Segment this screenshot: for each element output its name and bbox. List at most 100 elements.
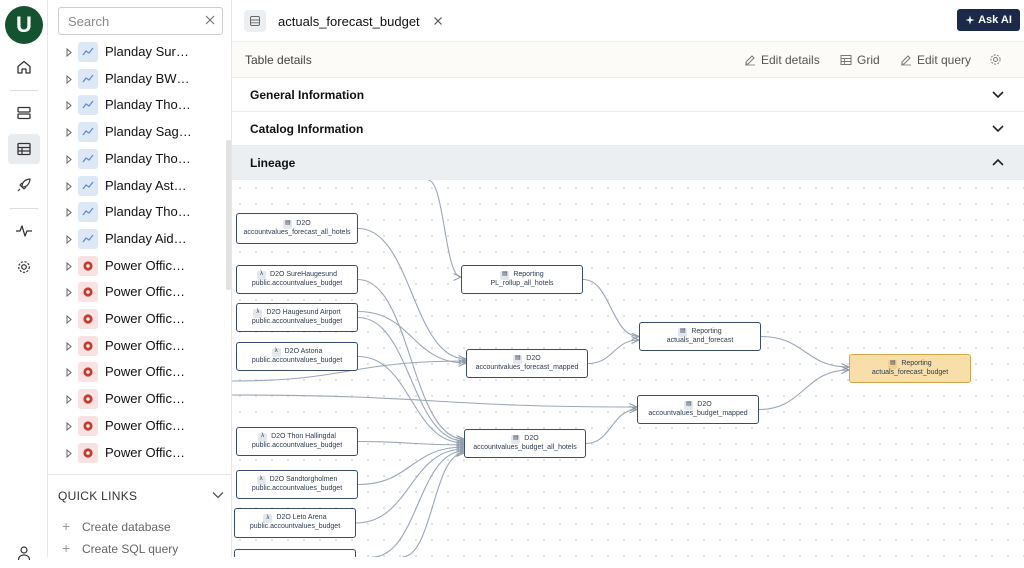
tree-item[interactable]: Planday Tho…	[48, 146, 226, 173]
create-database-link[interactable]: + Create database	[62, 518, 171, 534]
caret-right-icon[interactable]	[65, 48, 73, 57]
lineage-node[interactable]: λ D2O Haugesund Airport public.accountvalu…	[236, 303, 358, 332]
caret-right-icon[interactable]	[65, 421, 73, 431]
table-icon: ▤	[888, 359, 898, 369]
tree-item[interactable]: Planday Ast…	[48, 173, 226, 200]
lineage-edge	[371, 451, 464, 557]
close-icon[interactable]	[432, 15, 444, 27]
lineage-edge	[585, 410, 637, 445]
tree-item[interactable]: Planday Sag…	[48, 119, 226, 146]
caret-right-icon[interactable]	[65, 74, 73, 84]
lineage-node[interactable]: λ D2O Astoria public.accountvalues_budget	[236, 342, 358, 371]
planday-icon	[78, 175, 98, 196]
tree-item[interactable]: Planday BW…	[48, 66, 226, 93]
catalog-information-section[interactable]: Catalog Information	[232, 112, 1024, 146]
main-panel: actuals_forecast_budget Ask AI Table det…	[232, 0, 1024, 557]
general-information-section[interactable]: General Information	[232, 78, 1024, 112]
lineage-node[interactable]: ▤ Reporting PL_rollup_all_hotels	[461, 265, 583, 294]
app-logo[interactable]: U	[5, 6, 43, 44]
lineage-node[interactable]: λ D2O Sandtorgholmen public.accountvalues_…	[236, 470, 358, 499]
power-office-icon	[78, 335, 98, 356]
caret-right-icon[interactable]	[65, 181, 73, 191]
edit-details-button[interactable]: Edit details	[744, 53, 820, 67]
caret-right-icon[interactable]	[65, 368, 73, 378]
rocket-icon[interactable]	[8, 170, 40, 200]
tree-item[interactable]: Planday Tho…	[48, 92, 226, 119]
caret-right-icon[interactable]	[65, 208, 73, 218]
lineage-edge	[357, 355, 464, 444]
tree-item-label: Planday Tho…	[105, 204, 191, 220]
tree-item[interactable]: Planday Aid…	[48, 226, 226, 253]
home-icon[interactable]	[8, 52, 40, 82]
lineage-node[interactable]: λ D2O Thon Hallingdal public.accountvalues…	[236, 427, 358, 456]
table-icon	[244, 10, 266, 32]
tree-item[interactable]: Power Offic…	[48, 440, 226, 467]
caret-right-icon[interactable]	[65, 448, 73, 458]
caret-right-icon[interactable]	[65, 341, 73, 351]
settings-button[interactable]	[989, 53, 1002, 66]
tab-actuals-forecast-budget[interactable]: actuals_forecast_budget	[244, 6, 444, 36]
lineage-node-source: D2O Leto Arena	[276, 514, 327, 522]
lineage-section[interactable]: Lineage	[232, 146, 1024, 180]
tree-item[interactable]: Power Offic…	[48, 413, 226, 440]
caret-right-icon[interactable]	[65, 128, 73, 138]
tree-item[interactable]: Planday Sur…	[48, 40, 226, 66]
caret-right-icon[interactable]	[65, 315, 73, 324]
lineage-edge	[357, 227, 466, 360]
settings-icon	[990, 54, 1001, 65]
table-icon: ▤	[511, 434, 521, 444]
settings-icon[interactable]	[8, 252, 40, 282]
lineage-node[interactable]: ▤ D2O accountvalues_forecast_all_hotels	[236, 213, 358, 244]
tree-item[interactable]: Power Offic…	[48, 306, 226, 333]
caret-right-icon[interactable]	[65, 395, 73, 405]
tree-item-label: Power Offic…	[105, 417, 185, 433]
tree-item[interactable]: Power Offic…	[48, 279, 226, 306]
caret-right-icon[interactable]	[65, 288, 73, 298]
lineage-node-table: PL_rollup_all_hotels	[490, 279, 554, 287]
edit-query-button[interactable]: Edit query	[900, 53, 971, 67]
chevron-down-icon[interactable]	[212, 491, 224, 499]
tree-item[interactable]: Power Offic…	[48, 359, 226, 386]
planday-icon	[78, 68, 98, 89]
tree-item-label: Planday Aid…	[105, 230, 187, 246]
caret-right-icon[interactable]	[65, 154, 73, 164]
quick-links: QUICK LINKS + Create database + Create SQL…	[48, 474, 231, 557]
lineage-edge	[758, 370, 849, 411]
lineage-graph[interactable]: ▤ D2O accountvalues_forecast_all_hotels λ D2…	[232, 180, 1024, 557]
activity-icon[interactable]	[8, 216, 40, 246]
create-sql-query-link[interactable]: + Create SQL query	[62, 540, 178, 556]
database-icon[interactable]	[8, 98, 40, 128]
caret-right-icon[interactable]	[65, 234, 73, 244]
planday-icon	[78, 122, 98, 143]
tree-item-label: Power Offic…	[105, 257, 185, 273]
tree-item[interactable]: Power Offic…	[48, 333, 226, 360]
lineage-node[interactable]: ▤ D2O accountvalues_budget_mapped	[637, 395, 759, 424]
lineage-node[interactable]: λ D2O SureHaugesund public.accountvalues_b…	[236, 265, 358, 294]
lineage-node[interactable]: ▤ Reporting actuals_forecast_budget	[849, 354, 971, 383]
grid-button[interactable]: Grid	[840, 53, 880, 67]
user-icon[interactable]	[8, 538, 40, 568]
lineage-node[interactable]: ▤ D2O accountvalues_budget_all_hotels	[464, 429, 586, 458]
lineage-node[interactable]	[234, 549, 356, 557]
tree-item-label: Power Offic…	[105, 284, 185, 300]
tree-item-label: Power Offic…	[105, 337, 185, 353]
tree-item[interactable]: Power Offic…	[48, 386, 226, 413]
table-icon[interactable]	[8, 134, 40, 164]
lineage-node[interactable]: λ D2O Leto Arena public.accountvalues_budg…	[234, 508, 356, 538]
tree-item-label: Power Offic…	[105, 311, 185, 326]
lineage-node[interactable]: ▤ Reporting actuals_and_forecast	[639, 322, 761, 351]
ask-ai-button[interactable]: Ask AI	[957, 9, 1020, 31]
caret-right-icon[interactable]	[65, 261, 73, 271]
tree-item-label: Planday Tho…	[105, 97, 191, 113]
tree-item[interactable]: Planday Tho…	[48, 199, 226, 226]
lineage-edge	[355, 449, 464, 524]
table-icon: ▤	[513, 354, 523, 364]
lineage-node[interactable]: ▤ D2O accountvalues_forecast_mapped	[466, 349, 588, 378]
search-input[interactable]	[58, 7, 223, 35]
clear-search-icon[interactable]	[203, 13, 217, 27]
planday-icon	[78, 148, 98, 169]
sidebar-scrollbar[interactable]	[226, 140, 231, 290]
table-details-bar: Table details Edit details Grid Edit que…	[232, 41, 1024, 78]
caret-right-icon[interactable]	[65, 101, 73, 111]
tree-item[interactable]: Power Offic…	[48, 253, 226, 280]
